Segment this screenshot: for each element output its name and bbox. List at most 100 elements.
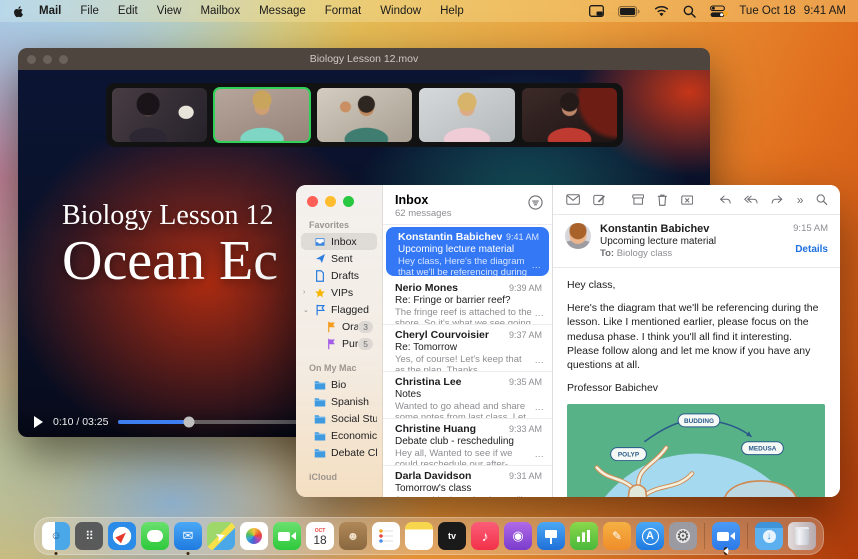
minimize-button[interactable] xyxy=(43,55,52,64)
dock-mail[interactable]: ✉ xyxy=(174,522,202,550)
participant-video-3[interactable] xyxy=(317,88,412,142)
menu-mailbox[interactable]: Mailbox xyxy=(200,5,240,17)
sidebar-item-inbox[interactable]: Inbox xyxy=(301,233,377,250)
get-mail-icon[interactable] xyxy=(566,193,580,206)
dock-photos[interactable] xyxy=(240,522,268,550)
jellyfish-lifecycle-diagram[interactable]: BUDDING MEDUSA POLYP xyxy=(567,404,825,497)
message-row[interactable]: Christine Huang9:33 AM Debate club - res… xyxy=(383,419,552,466)
dock-app-store[interactable]: A xyxy=(636,522,664,550)
menu-message[interactable]: Message xyxy=(259,5,306,17)
sidebar-folder-spanish[interactable]: Spanish xyxy=(301,393,377,410)
dock-keynote[interactable] xyxy=(537,522,565,550)
participant-video-4[interactable] xyxy=(419,88,514,142)
menu-clock[interactable]: Tue Oct 18 9:41 AM xyxy=(739,5,846,17)
dock-notes[interactable] xyxy=(405,522,433,550)
message-row[interactable]: Cheryl Courvoisier9:37 AM Re: Tomorrow Y… xyxy=(383,325,552,372)
smart-mailboxes-header[interactable]: Smart Mailboxes xyxy=(296,493,382,497)
menu-view[interactable]: View xyxy=(157,5,182,17)
dock-numbers[interactable] xyxy=(570,522,598,550)
reply-icon[interactable] xyxy=(719,194,731,206)
minimize-button[interactable] xyxy=(325,196,336,207)
dock-podcasts[interactable]: ◉ xyxy=(504,522,532,550)
sidebar-item-flag-orange[interactable]: Orange 3 xyxy=(301,318,377,335)
dock-tv[interactable]: tv xyxy=(438,522,466,550)
truncation-ellipsis: … xyxy=(535,402,545,413)
menu-format[interactable]: Format xyxy=(325,5,361,17)
battery-icon[interactable] xyxy=(618,6,640,17)
spotlight-search-icon[interactable] xyxy=(683,5,696,18)
sidebar-folder-social-studies[interactable]: Social Studies xyxy=(301,410,377,427)
dock-messages[interactable] xyxy=(141,522,169,550)
sidebar-folder-economics[interactable]: Economics xyxy=(301,427,377,444)
sidebar-item-drafts[interactable]: Drafts xyxy=(301,267,377,284)
dock-downloads-folder[interactable]: ↓ xyxy=(755,522,783,550)
dock-facetime[interactable] xyxy=(273,522,301,550)
dock-safari[interactable] xyxy=(108,522,136,550)
trash-icon[interactable] xyxy=(657,193,668,207)
menu-edit[interactable]: Edit xyxy=(118,5,138,17)
message-row[interactable]: Christina Lee9:35 AM Notes Wanted to go … xyxy=(383,372,552,419)
compose-icon[interactable] xyxy=(593,193,605,207)
subject: Notes xyxy=(395,389,542,400)
dock-zoom[interactable] xyxy=(712,522,740,550)
dock-system-settings[interactable]: ⚙ xyxy=(669,522,697,550)
participant-video-1[interactable] xyxy=(112,88,207,142)
close-button[interactable] xyxy=(307,196,318,207)
play-icon[interactable] xyxy=(34,416,43,428)
zoom-button[interactable] xyxy=(343,196,354,207)
message-row[interactable]: Konstantin Babichev9:41 AM Upcoming lect… xyxy=(386,227,549,276)
dock-music[interactable]: ♪ xyxy=(471,522,499,550)
dock-contacts[interactable]: ☻ xyxy=(339,522,367,550)
sidebar-item-label: Orange xyxy=(342,321,358,333)
sidebar-folder-debate-club[interactable]: Debate Club xyxy=(301,444,377,461)
dock-reminders[interactable] xyxy=(372,522,400,550)
participant-video-2-active-speaker[interactable] xyxy=(214,88,309,142)
dock-finder[interactable]: ☺ xyxy=(42,522,70,550)
orange-flag-icon xyxy=(325,321,337,333)
wifi-icon[interactable] xyxy=(654,6,669,17)
sidebar-item-sent[interactable]: Sent xyxy=(301,250,377,267)
forward-icon[interactable] xyxy=(771,194,783,206)
video-progress-handle[interactable] xyxy=(184,417,195,428)
sidebar-item-flagged[interactable]: ⌄ Flagged xyxy=(301,301,377,318)
dock-calendar[interactable]: OCT 18 xyxy=(306,522,334,550)
sidebar-item-flag-purple[interactable]: Purple 5 xyxy=(301,335,377,352)
sidebar-folder-bio[interactable]: Bio xyxy=(301,376,377,393)
message-time: 9:31 AM xyxy=(509,471,542,481)
filter-icon[interactable] xyxy=(528,195,543,215)
video-window-titlebar[interactable]: Biology Lesson 12.mov xyxy=(18,48,710,70)
junk-icon[interactable] xyxy=(681,193,693,206)
sender-avatar[interactable] xyxy=(565,223,591,249)
participant-video-5[interactable] xyxy=(522,88,617,142)
apple-menu-icon[interactable] xyxy=(12,5,25,18)
reply-all-icon[interactable] xyxy=(744,194,758,206)
close-button[interactable] xyxy=(27,55,36,64)
search-icon[interactable] xyxy=(816,193,828,206)
icloud-header[interactable]: iCloud xyxy=(296,469,382,485)
video-progress-bar[interactable] xyxy=(118,420,300,424)
control-center-icon[interactable] xyxy=(710,5,725,18)
more-toolbar-items-icon[interactable]: » xyxy=(797,194,804,206)
sidebar-item-vips[interactable]: › VIPs xyxy=(301,284,377,301)
menu-window[interactable]: Window xyxy=(380,5,421,17)
dock-pages[interactable]: ✎ xyxy=(603,522,631,550)
zoom-button[interactable] xyxy=(59,55,68,64)
details-link[interactable]: Details xyxy=(793,244,828,255)
sidebar-item-label: Debate Club xyxy=(331,447,377,459)
dock-launchpad[interactable]: ⠿ xyxy=(75,522,103,550)
recipient-line: To: Biology class xyxy=(600,248,793,259)
chevron-right-icon[interactable]: › xyxy=(303,289,305,296)
chevron-down-icon[interactable]: ⌄ xyxy=(303,306,309,314)
window-controls xyxy=(27,55,68,64)
message-time: 9:41 AM xyxy=(506,232,539,242)
sidebar-item-label: Economics xyxy=(331,430,377,442)
menu-file[interactable]: File xyxy=(80,5,99,17)
message-row[interactable]: Nerio Mones9:39 AM Re: Fringe or barrier… xyxy=(383,278,552,325)
dock-trash[interactable] xyxy=(788,522,816,550)
dock-maps[interactable]: ➤ xyxy=(207,522,235,550)
message-row[interactable]: Darla Davidson9:31 AM Tomorrow's class A… xyxy=(383,466,552,497)
archive-icon[interactable] xyxy=(632,193,644,206)
screen-mirroring-icon[interactable] xyxy=(589,5,604,17)
menu-help[interactable]: Help xyxy=(440,5,464,17)
menu-mail[interactable]: Mail xyxy=(39,5,61,17)
